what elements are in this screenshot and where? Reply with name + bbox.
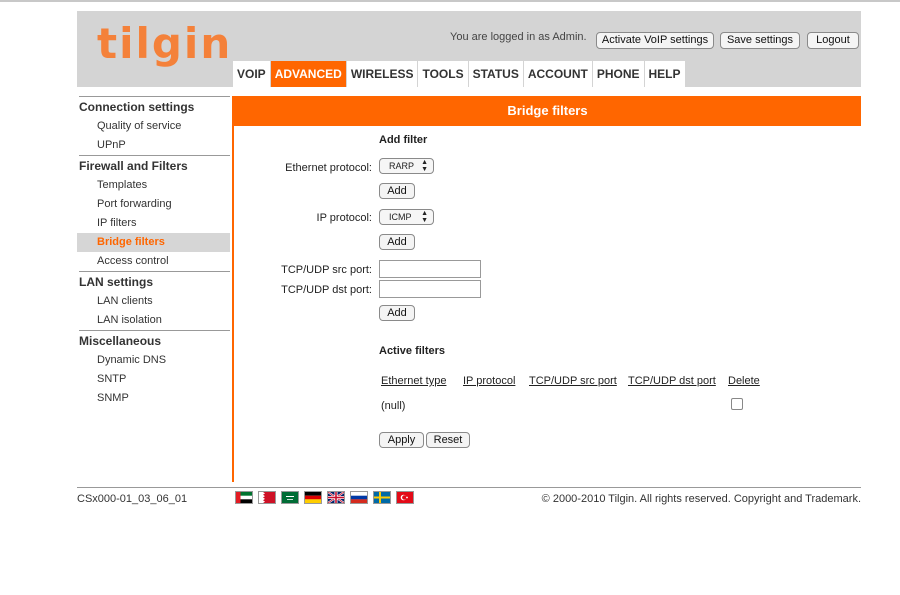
firmware-version: CSx000-01_03_06_01 bbox=[77, 493, 188, 505]
sidebar-group-firewall-filters: Firewall and Filters bbox=[79, 159, 188, 173]
tab-wireless[interactable]: WIRELESS bbox=[347, 61, 419, 87]
germany-flag-icon[interactable] bbox=[304, 491, 322, 504]
sidebar-item-quality-of-service[interactable]: Quality of service bbox=[77, 117, 230, 136]
tab-help[interactable]: HELP bbox=[645, 61, 686, 87]
sidebar-divider bbox=[79, 155, 230, 156]
sidebar-item-sntp[interactable]: SNTP bbox=[77, 370, 230, 389]
tab-tools[interactable]: TOOLS bbox=[418, 61, 469, 87]
save-settings-button[interactable]: Save settings bbox=[720, 32, 800, 49]
ip-protocol-label: IP protocol: bbox=[316, 212, 372, 224]
sidebar-item-snmp[interactable]: SNMP bbox=[77, 389, 230, 408]
sidebar-item-lan-clients[interactable]: LAN clients bbox=[77, 292, 230, 311]
add-filter-heading: Add filter bbox=[379, 134, 428, 146]
sweden-flag-icon[interactable] bbox=[373, 491, 391, 504]
content-left-border bbox=[232, 96, 234, 482]
sidebar-divider bbox=[79, 271, 230, 272]
logged-in-text: You are logged in as Admin. bbox=[450, 31, 587, 43]
sidebar-item-upnp[interactable]: UPnP bbox=[77, 136, 230, 155]
sidebar-divider bbox=[79, 330, 230, 331]
ethernet-protocol-label: Ethernet protocol: bbox=[285, 162, 372, 174]
dst-port-input[interactable] bbox=[379, 280, 481, 298]
sidebar-item-port-forwarding[interactable]: Port forwarding bbox=[77, 195, 230, 214]
ethernet-protocol-value: RARP bbox=[389, 161, 415, 171]
tilgin-logo: tilgin bbox=[97, 19, 233, 68]
page-title: Bridge filters bbox=[234, 96, 861, 126]
ip-protocol-value: ICMP bbox=[389, 212, 412, 222]
tab-phone[interactable]: PHONE bbox=[593, 61, 645, 87]
col-src-port: TCP/UDP src port bbox=[529, 375, 617, 387]
ip-protocol-select[interactable]: ICMP ▲ ▼ bbox=[379, 209, 434, 225]
sidebar-item-dynamic-dns[interactable]: Dynamic DNS bbox=[77, 351, 230, 370]
header: tilgin You are logged in as Admin. Activ… bbox=[77, 11, 861, 87]
table-row-ethernet-type: (null) bbox=[381, 400, 406, 412]
language-flags bbox=[235, 491, 414, 504]
add-ethernet-button[interactable]: Add bbox=[379, 183, 415, 199]
sidebar: Connection settings Quality of service U… bbox=[77, 96, 230, 408]
footer-divider bbox=[77, 487, 861, 488]
window-top-border bbox=[0, 0, 900, 2]
reset-button[interactable]: Reset bbox=[426, 432, 470, 448]
ethernet-protocol-select[interactable]: RARP ▲ ▼ bbox=[379, 158, 434, 174]
russia-flag-icon[interactable] bbox=[350, 491, 368, 504]
sidebar-item-access-control[interactable]: Access control bbox=[77, 252, 230, 271]
sidebar-item-templates[interactable]: Templates bbox=[77, 176, 230, 195]
bahrain-flag-icon[interactable] bbox=[258, 491, 276, 504]
src-port-label: TCP/UDP src port: bbox=[281, 264, 372, 276]
sidebar-item-lan-isolation[interactable]: LAN isolation bbox=[77, 311, 230, 330]
copyright-text: © 2000-2010 Tilgin. All rights reserved.… bbox=[541, 493, 861, 505]
tab-account[interactable]: ACCOUNT bbox=[524, 61, 593, 87]
col-ethernet-type: Ethernet type bbox=[381, 375, 447, 387]
add-ip-button[interactable]: Add bbox=[379, 234, 415, 250]
col-ip-protocol: IP protocol bbox=[463, 375, 516, 387]
select-arrows-icon: ▲ ▼ bbox=[421, 159, 428, 173]
add-port-button[interactable]: Add bbox=[379, 305, 415, 321]
saudi-flag-icon[interactable] bbox=[281, 491, 299, 504]
uk-flag-icon[interactable] bbox=[327, 491, 345, 504]
tab-advanced[interactable]: ADVANCED bbox=[270, 61, 347, 87]
sidebar-group-miscellaneous: Miscellaneous bbox=[79, 334, 162, 348]
select-arrows-icon: ▲ ▼ bbox=[421, 210, 428, 224]
dst-port-label: TCP/UDP dst port: bbox=[281, 284, 372, 296]
sidebar-group-connection-settings: Connection settings bbox=[79, 100, 195, 114]
sidebar-divider bbox=[79, 96, 230, 97]
activate-voip-button[interactable]: Activate VoIP settings bbox=[596, 32, 714, 49]
delete-checkbox[interactable] bbox=[731, 398, 743, 410]
logout-button[interactable]: Logout bbox=[807, 32, 859, 49]
turkey-flag-icon[interactable] bbox=[396, 491, 414, 504]
col-delete: Delete bbox=[728, 375, 760, 387]
apply-button[interactable]: Apply bbox=[379, 432, 424, 448]
tab-voip[interactable]: VOIP bbox=[233, 61, 271, 87]
sidebar-item-ip-filters[interactable]: IP filters bbox=[77, 214, 230, 233]
main-nav: VOIP ADVANCED WIRELESS TOOLS STATUS ACCO… bbox=[233, 61, 686, 87]
tab-status[interactable]: STATUS bbox=[469, 61, 524, 87]
active-filters-heading: Active filters bbox=[379, 345, 446, 357]
col-dst-port: TCP/UDP dst port bbox=[628, 375, 716, 387]
sidebar-group-lan-settings: LAN settings bbox=[79, 275, 154, 289]
uae-flag-icon[interactable] bbox=[235, 491, 253, 504]
sidebar-item-bridge-filters[interactable]: Bridge filters bbox=[77, 233, 230, 252]
src-port-input[interactable] bbox=[379, 260, 481, 278]
